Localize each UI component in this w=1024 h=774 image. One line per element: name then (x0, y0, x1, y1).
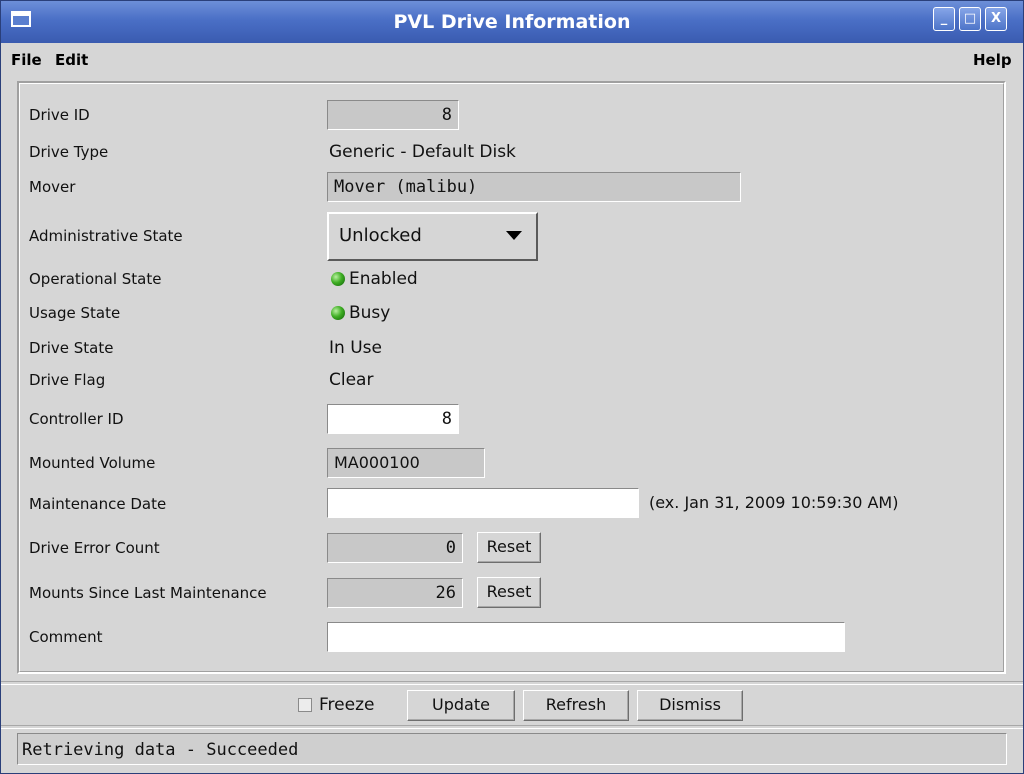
operational-state-value: Enabled (349, 269, 418, 289)
reset-error-count-button[interactable]: Reset (477, 532, 541, 563)
drive-type-value: Generic - Default Disk (329, 142, 516, 162)
comment-label: Comment (29, 628, 103, 646)
update-button[interactable]: Update (407, 690, 515, 721)
title-bar[interactable]: PVL Drive Information _ □ X (1, 1, 1023, 43)
drive-id-label: Drive ID (29, 106, 90, 124)
busy-status-light-icon (331, 306, 345, 320)
usage-state-value: Busy (349, 303, 391, 323)
drive-type-label: Drive Type (29, 143, 109, 161)
comment-input[interactable] (327, 622, 845, 652)
close-button[interactable]: X (985, 7, 1007, 31)
maintenance-date-hint: (ex. Jan 31, 2009 10:59:30 AM) (649, 493, 899, 512)
menu-bar: File Edit Help (1, 43, 1023, 77)
status-bar: Retrieving data - Succeeded (17, 733, 1007, 765)
mounts-since-maintenance-field: 26 (327, 578, 463, 608)
window-title: PVL Drive Information (393, 11, 631, 33)
menu-edit[interactable]: Edit (55, 51, 88, 69)
enabled-status-light-icon (331, 272, 345, 286)
pvl-drive-information-window: PVL Drive Information _ □ X File Edit He… (0, 0, 1024, 774)
mover-label: Mover (29, 178, 76, 196)
separator (1, 681, 1023, 685)
drive-state-label: Drive State (29, 339, 114, 357)
maximize-button[interactable]: □ (959, 7, 981, 31)
menu-help[interactable]: Help (973, 51, 1012, 69)
drive-error-count-field: 0 (327, 533, 463, 563)
usage-state-label: Usage State (29, 304, 121, 322)
drive-id-field: 8 (327, 100, 459, 130)
drive-flag-label: Drive Flag (29, 371, 106, 389)
status-text: Retrieving data - Succeeded (22, 740, 299, 760)
administrative-state-label: Administrative State (29, 227, 183, 245)
dismiss-button[interactable]: Dismiss (637, 690, 743, 721)
minimize-button[interactable]: _ (933, 7, 955, 31)
separator (1, 725, 1023, 729)
reset-mounts-button[interactable]: Reset (477, 577, 541, 608)
drive-flag-value: Clear (329, 370, 374, 390)
mounts-since-maintenance-label: Mounts Since Last Maintenance (29, 584, 267, 602)
dropdown-arrow-icon (506, 231, 522, 240)
administrative-state-dropdown[interactable]: Unlocked (327, 212, 538, 261)
maintenance-date-label: Maintenance Date (29, 495, 167, 513)
drive-error-count-label: Drive Error Count (29, 539, 160, 557)
controller-id-input[interactable]: 8 (327, 404, 459, 434)
mounted-volume-label: Mounted Volume (29, 454, 156, 472)
maintenance-date-input[interactable] (327, 488, 639, 518)
mounted-volume-field: MA000100 (327, 448, 485, 478)
menu-file[interactable]: File (11, 51, 42, 69)
freeze-checkbox[interactable] (298, 698, 312, 712)
administrative-state-value: Unlocked (339, 225, 422, 246)
refresh-button[interactable]: Refresh (523, 690, 629, 721)
mover-field: Mover (malibu) (327, 172, 741, 202)
controller-id-label: Controller ID (29, 410, 124, 428)
operational-state-label: Operational State (29, 270, 162, 288)
drive-state-value: In Use (329, 338, 382, 358)
freeze-label[interactable]: Freeze (319, 695, 374, 715)
